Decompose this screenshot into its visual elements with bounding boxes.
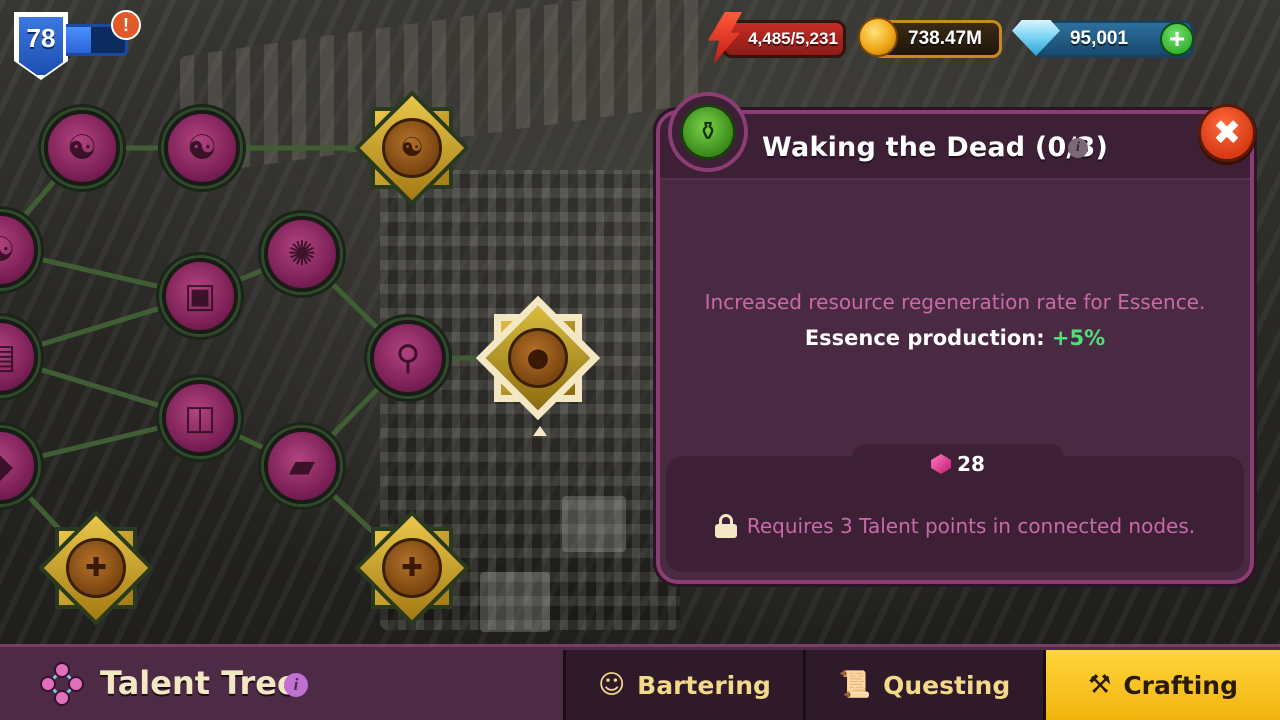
plus-icon: + xyxy=(1168,23,1186,54)
talent-node-spider[interactable]: ✺ xyxy=(264,216,340,292)
cube-icon: ◫ xyxy=(183,398,217,438)
essence-pot-icon: ● xyxy=(508,328,568,388)
talent-detail-panel: Waking the Dead (0/3) i Increased resour… xyxy=(656,110,1254,584)
talent-node-ingot[interactable]: ▰ xyxy=(264,428,340,504)
tab-bartering-label: Bartering xyxy=(637,670,771,700)
tab-questing[interactable]: 📜 Questing xyxy=(803,650,1043,720)
talent-node-yin-yang-2[interactable]: ☯ xyxy=(164,110,240,186)
tab-bartering[interactable]: ☺ Bartering xyxy=(563,650,803,720)
yin-yang-icon: ☯ xyxy=(186,128,218,168)
talent-node-totem[interactable]: ⚲ xyxy=(370,320,446,396)
info-icon[interactable]: i xyxy=(1068,138,1088,158)
crate-icon: ▣ xyxy=(183,276,217,316)
energy-value: 4,485/5,231 xyxy=(748,29,838,48)
talent-gem-icon xyxy=(931,454,952,474)
yin-yang-icon: ☯ xyxy=(382,118,442,178)
info-icon[interactable]: i xyxy=(284,673,308,697)
talent-node-scroll-star[interactable]: ✚ xyxy=(354,510,470,626)
add-gems-button[interactable]: + xyxy=(1160,22,1194,56)
smiley-icon: ☺ xyxy=(598,670,626,700)
gem-value: 95,001 xyxy=(1069,28,1129,49)
requirement-line: Requires 3 Talent points in connected no… xyxy=(660,514,1250,538)
talent-glyph-icon: ◆ xyxy=(0,449,13,483)
talent-tree-title: Talent Tree xyxy=(100,664,299,702)
yin-yang-icon: ☯ xyxy=(66,128,98,168)
book-icon: ✚ xyxy=(66,538,126,598)
scroll-icon: ✚ xyxy=(382,538,442,598)
requirement-text: Requires 3 Talent points in connected no… xyxy=(746,514,1196,538)
gold-value: 738.47M xyxy=(908,28,982,49)
tab-questing-label: Questing xyxy=(883,670,1011,700)
close-icon: ✖ xyxy=(1212,113,1242,153)
talent-badge: ⚱ xyxy=(668,92,748,172)
talent-description: Increased resource regeneration rate for… xyxy=(704,290,1206,314)
books-icon: ▤ xyxy=(0,340,16,374)
talent-node-yin-yang-star[interactable]: ☯ xyxy=(354,90,470,206)
talent-title: Waking the Dead (0/3) xyxy=(762,132,1109,163)
essence-pot-icon: ⚱ xyxy=(680,104,736,160)
lock-icon xyxy=(714,514,737,538)
gold-coin-icon xyxy=(858,17,898,57)
talent-node-selected-star[interactable]: ● xyxy=(480,300,596,416)
close-button[interactable]: ✖ xyxy=(1198,104,1256,162)
selection-caret xyxy=(533,426,547,436)
talent-cost-value: 28 xyxy=(957,452,985,476)
talent-cost: 28 xyxy=(852,444,1064,484)
alert-badge[interactable]: ! xyxy=(111,10,141,40)
talent-glyph-icon: ☯ xyxy=(0,233,15,267)
stat-label: Essence production: xyxy=(804,326,1052,350)
talent-stat: Essence production: +5% xyxy=(660,326,1250,350)
talent-node-cube[interactable]: ◫ xyxy=(162,380,238,456)
talent-tree-icon xyxy=(40,662,84,706)
totem-icon: ⚲ xyxy=(395,338,421,378)
tab-crafting-label: Crafting xyxy=(1123,670,1238,700)
xp-progress-fill xyxy=(63,27,91,53)
stat-value: +5% xyxy=(1051,326,1106,350)
ingot-icon: ▰ xyxy=(288,446,316,486)
panel-header: Waking the Dead (0/3) i xyxy=(660,114,1250,180)
anvil-icon: ⚒ xyxy=(1088,670,1112,700)
tab-crafting[interactable]: ⚒ Crafting xyxy=(1043,650,1280,720)
scroll-icon: 📜 xyxy=(838,670,872,700)
talent-node-crate[interactable]: ▣ xyxy=(162,258,238,334)
talent-node-book-star[interactable]: ✚ xyxy=(38,510,154,626)
player-level-value: 78 xyxy=(26,23,56,53)
talent-node-yin-yang-1[interactable]: ☯ xyxy=(44,110,120,186)
energy-counter[interactable]: 4,485/5,231 xyxy=(722,20,846,58)
alert-badge-label: ! xyxy=(123,14,129,35)
spider-icon: ✺ xyxy=(287,234,317,274)
